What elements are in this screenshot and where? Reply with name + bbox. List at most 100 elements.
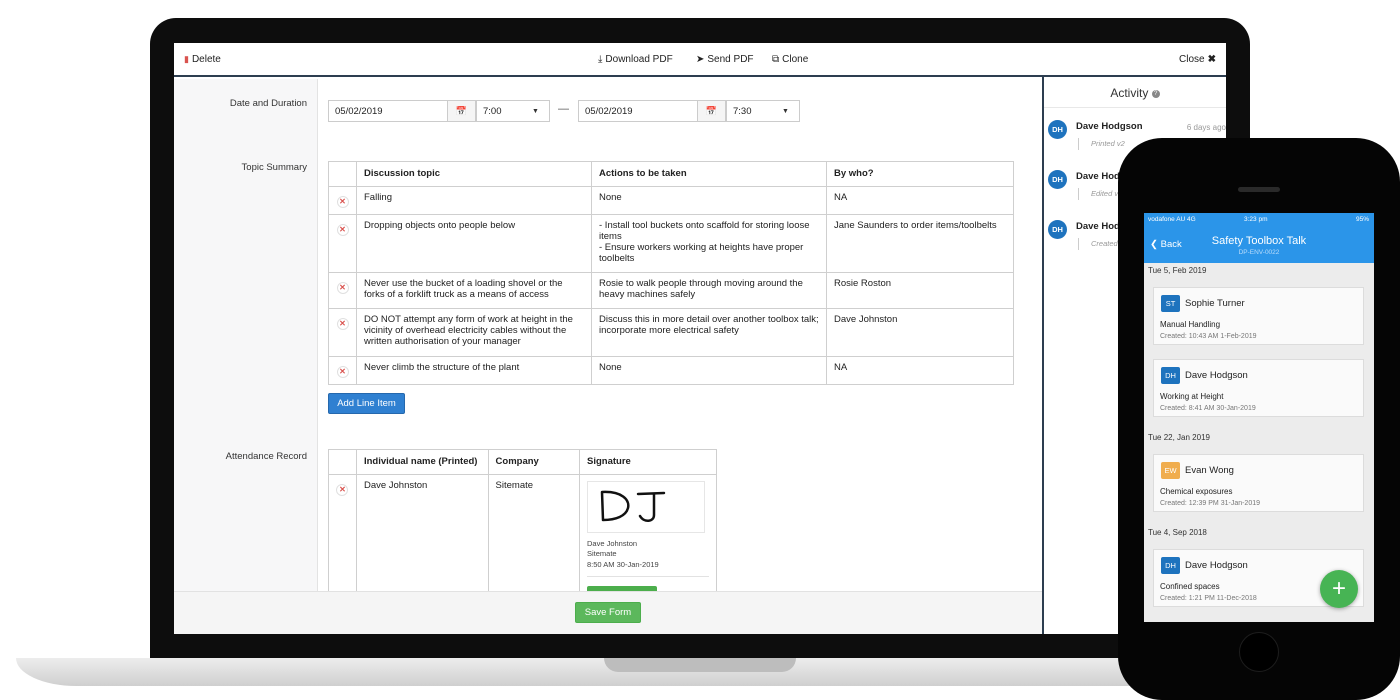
table-header-blank [328,449,357,475]
download-icon: ⤓ [598,54,603,65]
actions-cell[interactable]: - Install tool buckets onto scaffold for… [591,213,827,273]
actions-cell[interactable]: Rosie to walk people through moving arou… [591,271,827,309]
signature-time: 8:50 AM 30-Jan-2019 [587,559,659,569]
signature-meta: Dave Johnston Sitemate 8:50 AM 30-Jan-20… [587,539,709,571]
activity-note: Created [1078,238,1118,250]
signature-drawing [600,490,666,522]
start-calendar-icon[interactable]: 📅 [448,100,476,122]
discussion-topic-cell[interactable]: DO NOT attempt any form of work at heigh… [356,307,592,357]
activity-time: 6 days ago [1186,123,1226,132]
remove-row-button[interactable]: ✕ [328,271,357,309]
end-time-input[interactable]: 7:30 [726,100,774,122]
start-time-input[interactable]: 7:00 [476,100,524,122]
table-header-blank [328,161,357,187]
day-header: Tue 22, Jan 2019 [1144,431,1374,445]
battery-text: 95% [1355,216,1369,223]
table-header: Signature [579,449,717,475]
avatar: DH [1161,557,1180,574]
topic-summary-table: Discussion topic Actions to be taken By … [328,161,1014,385]
remove-row-button[interactable]: ✕ [328,307,357,357]
remove-icon[interactable]: ✕ [336,281,349,294]
card-topic: Chemical exposures [1160,487,1233,496]
range-dash: — [558,103,569,115]
avatar: ST [1161,295,1180,312]
send-label: Send PDF [707,54,754,65]
table-header-row: Individual name (Printed) Company Signat… [328,449,717,475]
table-row: ✕ DO NOT attempt any form of work at heig… [328,307,1014,357]
laptop-notch [604,658,796,672]
talk-card[interactable]: EW Evan Wong Chemical exposures Created:… [1153,454,1364,512]
add-line-item-button[interactable]: Add Line Item [328,393,405,414]
remove-row-button[interactable]: ✕ [328,213,357,273]
discussion-topic-cell[interactable]: Never use the bucket of a loading shovel… [356,271,592,309]
signature-company: Sitemate [587,549,617,559]
close-icon: ✖ [1207,54,1216,65]
remove-row-button[interactable]: ✕ [328,185,357,215]
app-subtitle: DP-ENV-0022 [1238,249,1280,256]
remove-icon[interactable]: ✕ [336,317,349,330]
clone-button[interactable]: ⧉ Clone [772,54,808,65]
card-topic: Confined spaces [1160,582,1220,591]
card-created: Created: 10:43 AM 1-Feb-2019 [1160,333,1257,340]
by-who-cell[interactable]: NA [826,355,1014,385]
avatar: DH [1048,170,1067,189]
signature-divider [587,576,709,578]
actions-cell[interactable]: Discuss this in more detail over another… [591,307,827,357]
card-topic: Working at Height [1160,392,1224,401]
remove-row-button[interactable]: ✕ [328,355,357,385]
remove-icon[interactable]: ✕ [336,195,349,208]
end-date-input[interactable]: 05/02/2019 [578,100,698,122]
activity-user: Dave Hod [1076,221,1120,232]
by-who-cell[interactable]: NA [826,185,1014,215]
card-created: Created: 12:39 PM 31-Jan-2019 [1160,500,1261,507]
end-calendar-icon[interactable]: 📅 [698,100,726,122]
actions-cell[interactable]: None [591,355,827,385]
table-header: Discussion topic [356,161,592,187]
remove-icon[interactable]: ✕ [336,223,349,236]
save-form-button[interactable]: Save Form [575,602,641,623]
send-pdf-button[interactable]: ➤ Send PDF [696,54,754,65]
actions-cell[interactable]: None [591,185,827,215]
table-header: Company [487,449,581,475]
discussion-topic-cell[interactable]: Dropping objects onto people below [356,213,592,273]
activity-title: Activity [1110,86,1149,100]
activity-note: Edited v [1078,188,1118,200]
download-pdf-button[interactable]: ⤓ Download PDF [598,54,673,65]
activity-title-row: Activity ? [1044,86,1226,100]
avatar: EW [1161,462,1180,479]
remove-icon[interactable]: ✕ [336,365,349,378]
app-title: Safety Toolbox Talk [1211,235,1307,247]
table-header: By who? [826,161,1014,187]
start-time-dropdown-icon[interactable]: ▼ [522,100,550,122]
talk-card[interactable]: DH Dave Hodgson Working at Height Create… [1153,359,1364,417]
start-date-input[interactable]: 05/02/2019 [328,100,448,122]
discussion-topic-cell[interactable]: Never climb the structure of the plant [356,355,592,385]
laptop-screen: ▮ Delete ⤓ Download PDF ➤ Send PDF ⧉ Clo… [174,43,1226,634]
by-who-cell[interactable]: Jane Saunders to order items/toolbelts [826,213,1014,273]
activity-user: Dave Hodgson [1076,121,1143,132]
by-who-cell[interactable]: Dave Johnston [826,307,1014,357]
avatar: DH [1048,220,1067,239]
card-created: Created: 8:41 AM 30-Jan-2019 [1160,405,1256,412]
phone-home-button[interactable] [1239,632,1279,672]
help-icon[interactable]: ? [1151,89,1160,98]
talk-card[interactable]: ST Sophie Turner Manual Handling Created… [1153,287,1364,345]
delete-button[interactable]: ▮ Delete [184,54,221,65]
phone-speaker [1238,187,1280,192]
avatar: DH [1161,367,1180,384]
close-button[interactable]: Close ✖ [1179,54,1216,65]
table-row: ✕ Falling None NA [328,185,1014,215]
activity-note: Printed v2 [1078,138,1125,150]
signature-pad[interactable] [587,480,705,533]
carrier-text: vodafone AU 4G [1148,216,1196,223]
clone-icon: ⧉ [772,54,780,65]
card-name: Sophie Turner [1185,298,1245,309]
activity-divider [1044,107,1226,108]
by-who-cell[interactable]: Rosie Roston [826,271,1014,309]
table-header: Individual name (Printed) [355,449,489,475]
card-name: Evan Wong [1185,465,1234,476]
discussion-topic-cell[interactable]: Falling [356,185,592,215]
end-time-dropdown-icon[interactable]: ▼ [772,100,800,122]
remove-icon[interactable]: ✕ [336,483,349,496]
add-talk-button[interactable]: + [1320,570,1358,608]
